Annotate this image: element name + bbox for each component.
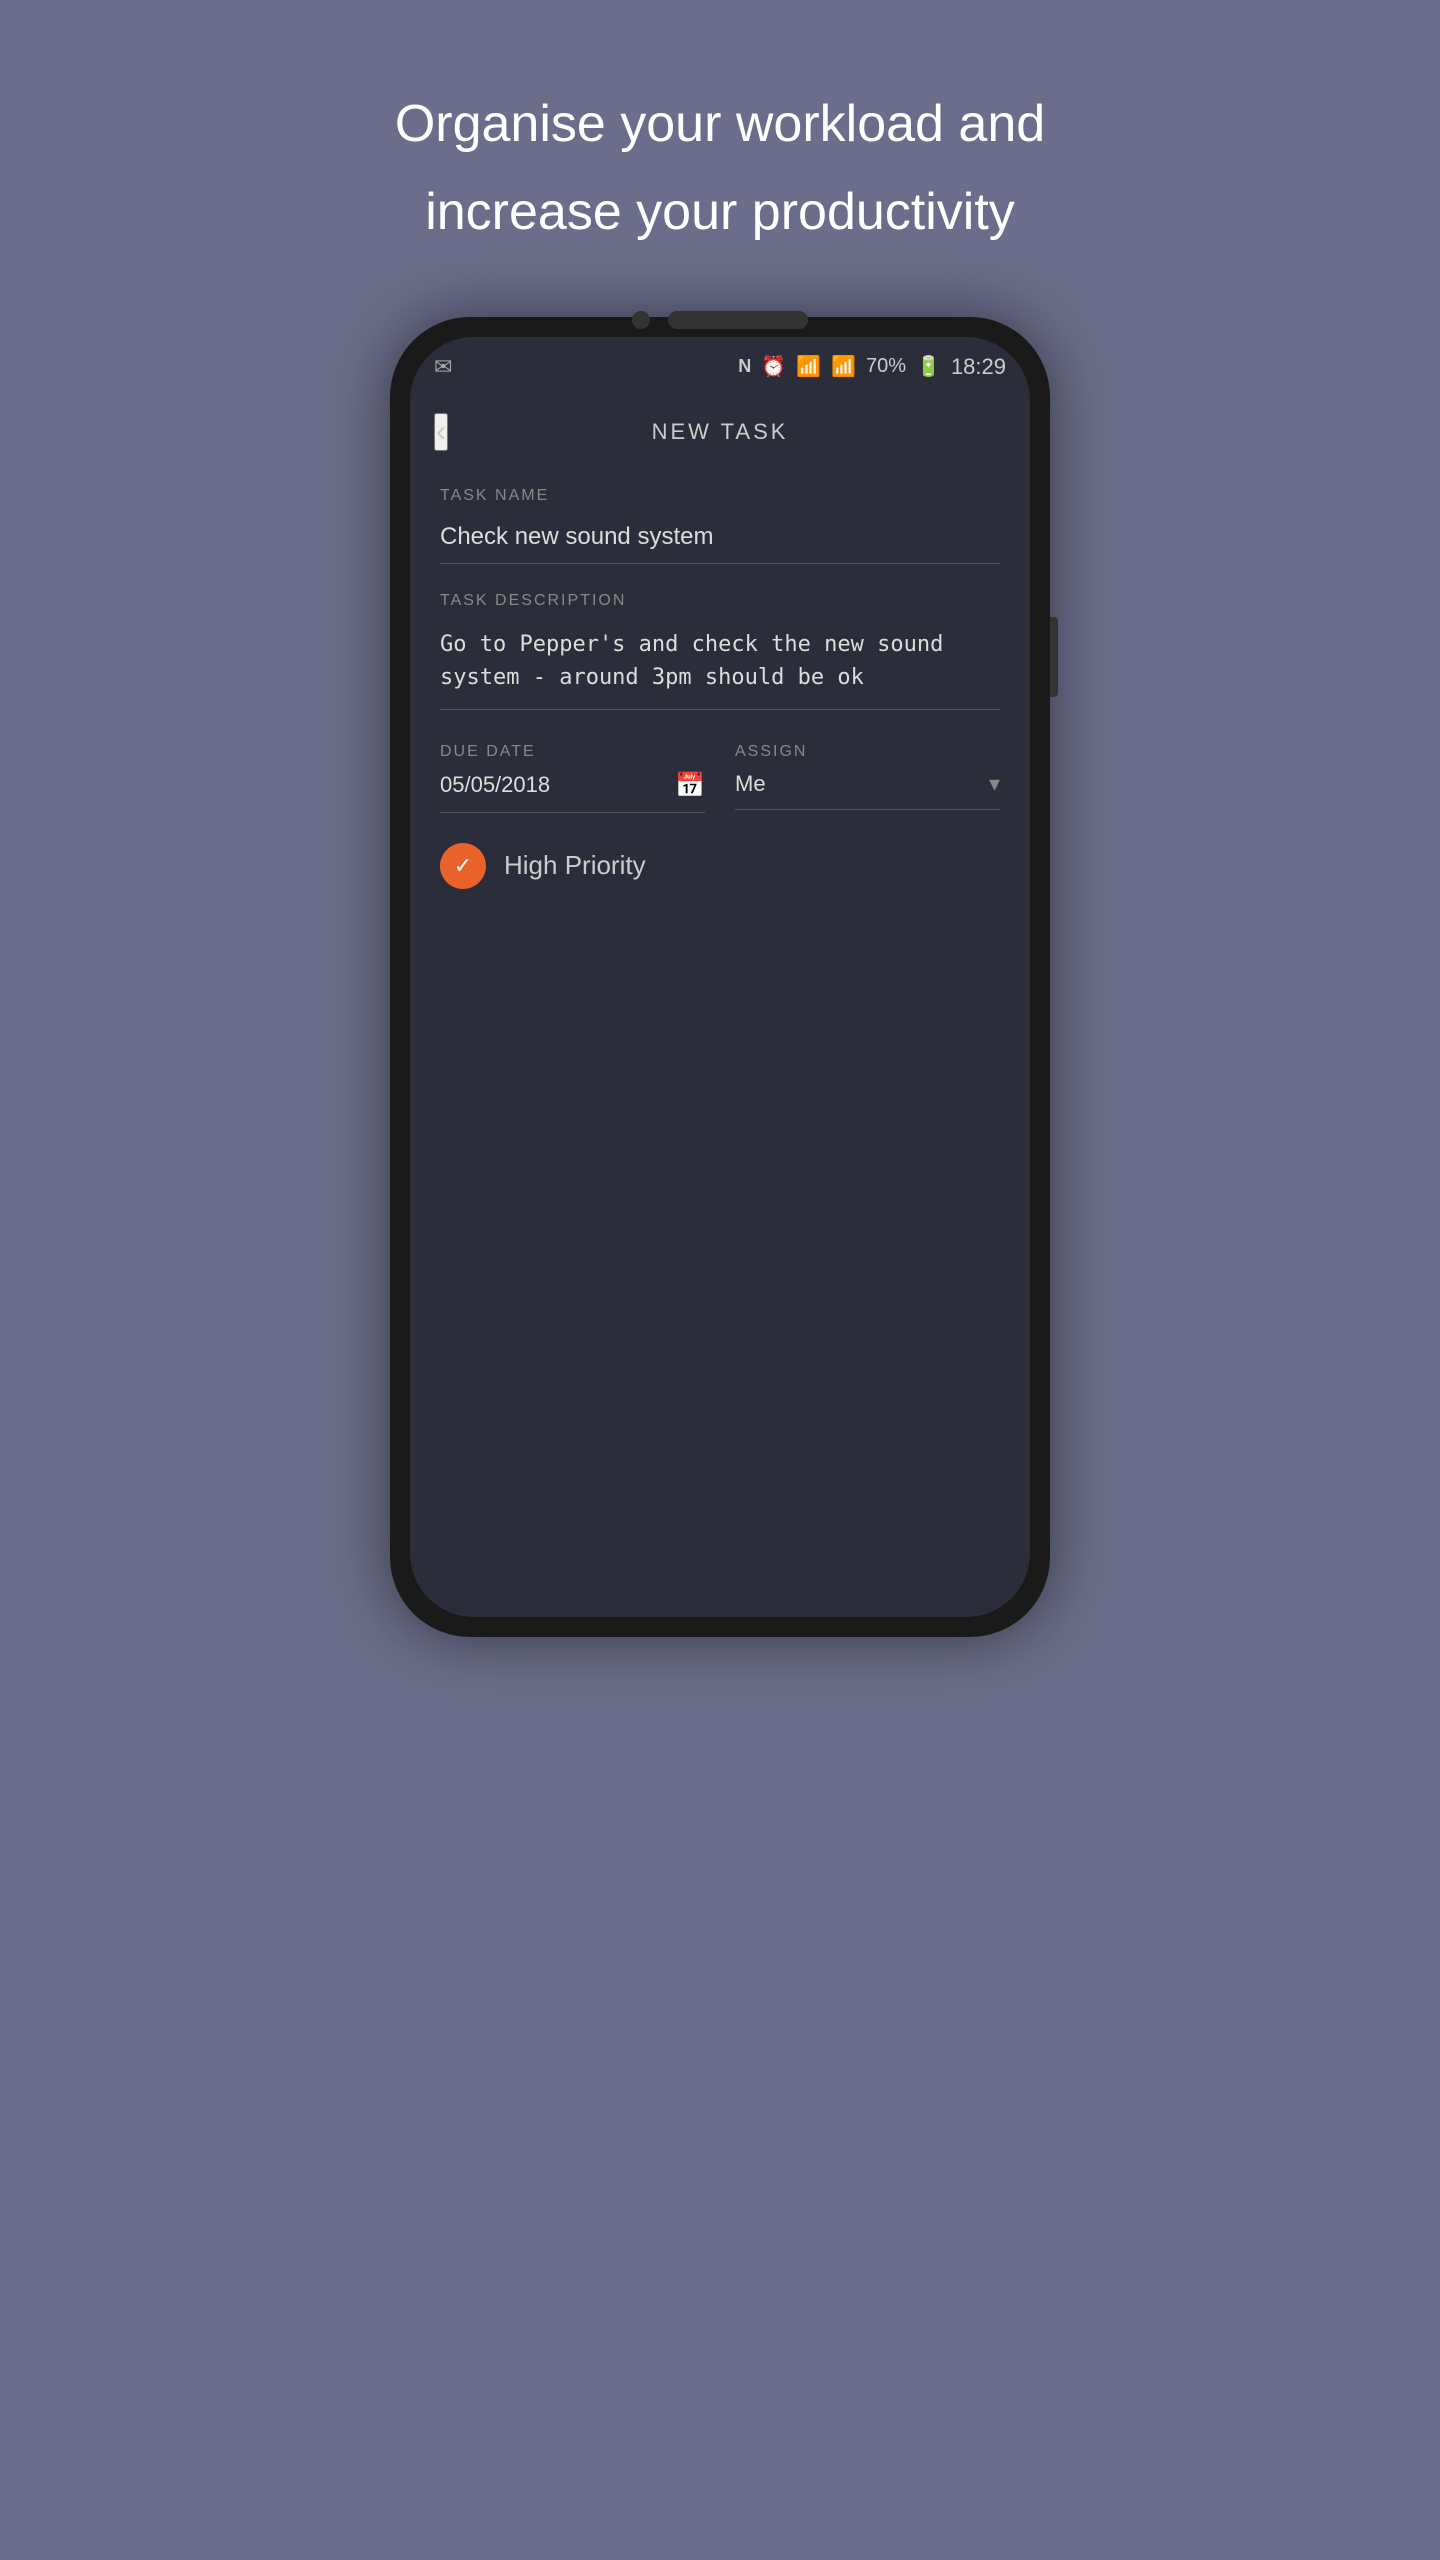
headline: Organise your workload and increase your… [275, 80, 1165, 257]
task-desc-input[interactable]: Go to Pepper's and check the new sound s… [440, 620, 1000, 710]
wifi-icon: 📶 [796, 354, 821, 379]
priority-label: High Priority [504, 850, 646, 881]
assign-field: ASSIGN Me ▾ [735, 743, 1000, 813]
task-name-field: TASK NAME [440, 487, 1000, 592]
headline-line2: increase your productivity [395, 168, 1045, 256]
page-title: NEW TASK [652, 419, 789, 445]
alarm-icon: ⏰ [761, 354, 786, 379]
mail-icon: ✉ [434, 354, 452, 380]
task-name-input[interactable] [440, 515, 1000, 564]
due-date-field: DUE DATE 05/05/2018 📅 [440, 743, 705, 813]
battery-percent: 70% [866, 355, 906, 378]
priority-row: ✓ High Priority [440, 843, 1000, 889]
checkmark-icon: ✓ [454, 853, 472, 879]
app-content: ‹ NEW TASK TASK NAME TASK DESCRIPTION Go… [410, 397, 1030, 1617]
status-time: 18:29 [951, 354, 1006, 380]
priority-checkbox[interactable]: ✓ [440, 843, 486, 889]
side-button [1050, 617, 1058, 697]
calendar-icon[interactable]: 📅 [675, 771, 705, 800]
battery-icon: 🔋 [916, 354, 941, 379]
due-date-label: DUE DATE [440, 743, 705, 761]
task-desc-field: TASK DESCRIPTION Go to Pepper's and chec… [440, 592, 1000, 743]
signal-icon: 📶 [831, 354, 856, 379]
back-button[interactable]: ‹ [434, 413, 448, 451]
chevron-down-icon[interactable]: ▾ [989, 771, 1000, 797]
date-assign-row: DUE DATE 05/05/2018 📅 ASSIGN Me ▾ [440, 743, 1000, 813]
due-date-value[interactable]: 05/05/2018 [440, 772, 675, 798]
nav-bar: ‹ NEW TASK [410, 397, 1030, 467]
assign-value[interactable]: Me [735, 771, 989, 797]
assign-label: ASSIGN [735, 743, 1000, 761]
task-form: TASK NAME TASK DESCRIPTION Go to Pepper'… [410, 467, 1030, 1617]
speaker-bar [668, 311, 808, 329]
task-name-label: TASK NAME [440, 487, 1000, 505]
camera-area [632, 311, 808, 329]
nfc-icon: N [738, 356, 751, 377]
status-bar: ✉ N ⏰ 📶 📶 70% 🔋 18:29 [410, 337, 1030, 397]
camera-dot [632, 311, 650, 329]
task-desc-label: TASK DESCRIPTION [440, 592, 1000, 610]
phone-mockup: ✉ N ⏰ 📶 📶 70% 🔋 18:29 ‹ NEW TASK [390, 317, 1050, 1637]
headline-line1: Organise your workload and [395, 80, 1045, 168]
